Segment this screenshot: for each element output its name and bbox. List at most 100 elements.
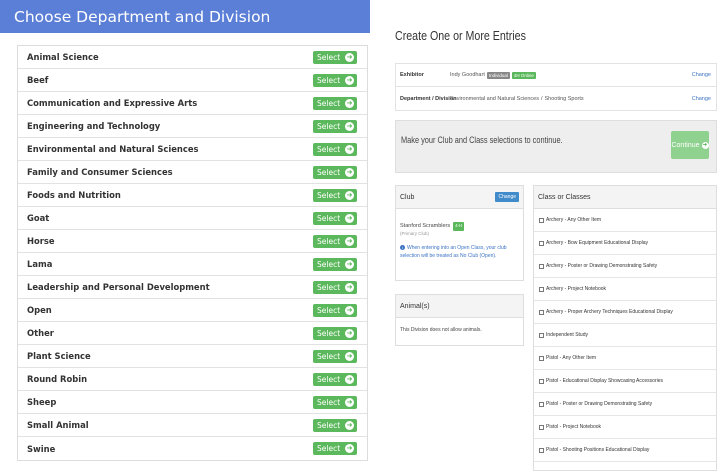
department-row: Swine Select ➜ [18, 437, 367, 460]
select-department-button[interactable]: Select ➜ [313, 442, 357, 455]
animals-panel-header: Animal(s) [396, 295, 523, 318]
select-department-button[interactable]: Select ➜ [313, 73, 357, 87]
select-department-button[interactable]: Select ➜ [313, 96, 357, 110]
class-checkbox[interactable] [539, 263, 544, 269]
club-panel-body: Stanford Scramblers 4-H (Primary Club) i… [396, 209, 523, 265]
class-label: Archery - Bow Equipment Educational Disp… [546, 240, 648, 246]
continue-button[interactable]: Continue ➜ [671, 131, 709, 159]
department-row: Open Select ➜ [18, 299, 367, 322]
select-label: Select [317, 374, 341, 384]
animals-message: This Division does not allow animals. [400, 327, 482, 333]
select-label: Select [317, 444, 341, 453]
arrow-right-icon: ➜ [345, 52, 354, 62]
department-name: Beef [27, 75, 49, 85]
class-checkbox[interactable] [539, 309, 544, 315]
department-row: Goat Select ➜ [18, 207, 367, 230]
class-option[interactable]: Pistol - Project Notebook [534, 416, 716, 439]
class-option[interactable]: Pistol - Shooting Positions Educational … [534, 439, 716, 462]
select-department-button[interactable]: Select ➜ [313, 349, 357, 363]
department-panel-title: Choose Department and Division [0, 0, 370, 33]
select-department-button[interactable]: Select ➜ [313, 372, 357, 386]
department-value: Environmental and Natural Sciences / Sho… [446, 96, 692, 102]
department-name: Environmental and Natural Sciences [27, 144, 199, 154]
class-label: Archery - Any Other Item [546, 217, 602, 223]
class-checkbox[interactable] [539, 217, 544, 223]
department-name: Open [27, 305, 52, 315]
department-row: Environmental and Natural Sciences Select… [18, 138, 367, 161]
class-label: Pistol - Shooting Positions Educational … [546, 447, 650, 453]
class-option[interactable]: Archery - Proper Archery Techniques Educ… [534, 301, 716, 324]
notice-text: Make your Club and Class selections to c… [401, 135, 563, 145]
club-name-row: Stanford Scramblers 4-H [400, 222, 519, 231]
class-checkbox[interactable] [539, 378, 544, 384]
club-open-note: i When entering into an Open Class, your … [400, 244, 519, 260]
class-option[interactable]: Pistol - Poster or Drawing Demonstrating… [534, 393, 716, 416]
class-checkbox[interactable] [539, 447, 544, 453]
arrow-right-icon: ➜ [345, 444, 354, 453]
arrow-right-icon: ➜ [345, 190, 354, 200]
department-label: Department / Division [400, 95, 457, 102]
select-department-button[interactable]: Select ➜ [313, 119, 357, 133]
select-department-button[interactable]: Select ➜ [313, 188, 357, 202]
class-option[interactable]: Archery - Project Notebook [534, 278, 716, 301]
department-row: Round Robin Select ➜ [18, 368, 367, 391]
select-department-button[interactable]: Select ➜ [313, 326, 357, 340]
change-club-button[interactable]: Change [495, 192, 519, 202]
class-checkbox[interactable] [539, 286, 544, 292]
select-department-button[interactable]: Select ➜ [313, 257, 357, 271]
class-option[interactable]: Archery - Poster or Drawing Demonstratin… [534, 255, 716, 278]
select-department-button[interactable]: Select ➜ [313, 280, 357, 294]
department-name: Goat [27, 213, 50, 223]
class-label: Archery - Proper Archery Techniques Educ… [546, 309, 673, 315]
select-department-button[interactable]: Select ➜ [313, 211, 357, 225]
select-department-button[interactable]: Select ➜ [313, 303, 357, 317]
department-row: Leadership and Personal Development Selec… [18, 276, 367, 299]
department-name: Leadership and Personal Development [27, 282, 210, 292]
class-checkbox[interactable] [539, 401, 544, 407]
class-checkbox[interactable] [539, 332, 544, 338]
select-label: Select [317, 121, 341, 131]
change-department-link[interactable]: Change [692, 96, 716, 102]
exhibitor-name: Indy Goodhart [450, 72, 485, 78]
department-row: Plant Science Select ➜ [18, 345, 367, 368]
club-note-text: When entering into an Open Class, your c… [400, 244, 507, 259]
select-department-button[interactable]: Select ➜ [313, 165, 357, 179]
class-checkbox[interactable] [539, 240, 544, 246]
class-option[interactable]: Archery - Any Other Item [534, 209, 716, 232]
classes-panel-title: Class or Classes [534, 186, 716, 209]
department-row: Foods and Nutrition Select ➜ [18, 184, 367, 207]
department-name: Foods and Nutrition [27, 190, 121, 200]
department-row: Family and Consumer Sciences Select ➜ [18, 161, 367, 184]
class-checkbox[interactable] [539, 424, 544, 430]
class-label: Pistol - Poster or Drawing Demonstrating… [546, 401, 653, 407]
change-exhibitor-link[interactable]: Change [692, 72, 716, 78]
select-label: Select [317, 213, 341, 223]
select-label: Select [317, 351, 341, 361]
select-department-button[interactable]: Select ➜ [313, 234, 357, 248]
select-label: Select [317, 52, 341, 62]
arrow-right-icon: ➜ [345, 98, 354, 108]
individual-badge: Individual [486, 71, 510, 79]
class-option[interactable]: Independent Study [534, 324, 716, 347]
class-option[interactable]: Archery - Bow Equipment Educational Disp… [534, 232, 716, 255]
arrow-right-icon: ➜ [345, 420, 354, 430]
department-list: Animal Science Select ➜ Beef Select ➜ Communic… [17, 45, 368, 461]
arrow-right-icon: ➜ [345, 328, 354, 338]
department-row: Beef Select ➜ [18, 69, 367, 92]
select-label: Select [317, 397, 341, 407]
select-department-button[interactable]: Select ➜ [313, 50, 357, 64]
class-option[interactable]: Pistol - Educational Display Showcasing … [534, 370, 716, 393]
department-row: Lama Select ➜ [18, 253, 367, 276]
animals-panel: Animal(s) This Division does not allow a… [395, 294, 524, 346]
select-department-button[interactable]: Select ➜ [313, 142, 357, 156]
class-checkbox[interactable] [539, 355, 544, 361]
select-department-button[interactable]: Select ➜ [313, 395, 357, 409]
class-label: Archery - Poster or Drawing Demonstratin… [546, 263, 658, 269]
class-option[interactable]: Pistol - Any Other Item [534, 347, 716, 370]
class-label: Pistol - Project Notebook [546, 424, 602, 430]
department-row: Small Animal Select ➜ [18, 414, 367, 437]
department-row: Engineering and Technology Select ➜ [18, 115, 367, 138]
continue-label: Continue [671, 141, 700, 149]
department-name: Round Robin [27, 374, 88, 384]
select-department-button[interactable]: Select ➜ [313, 418, 357, 432]
